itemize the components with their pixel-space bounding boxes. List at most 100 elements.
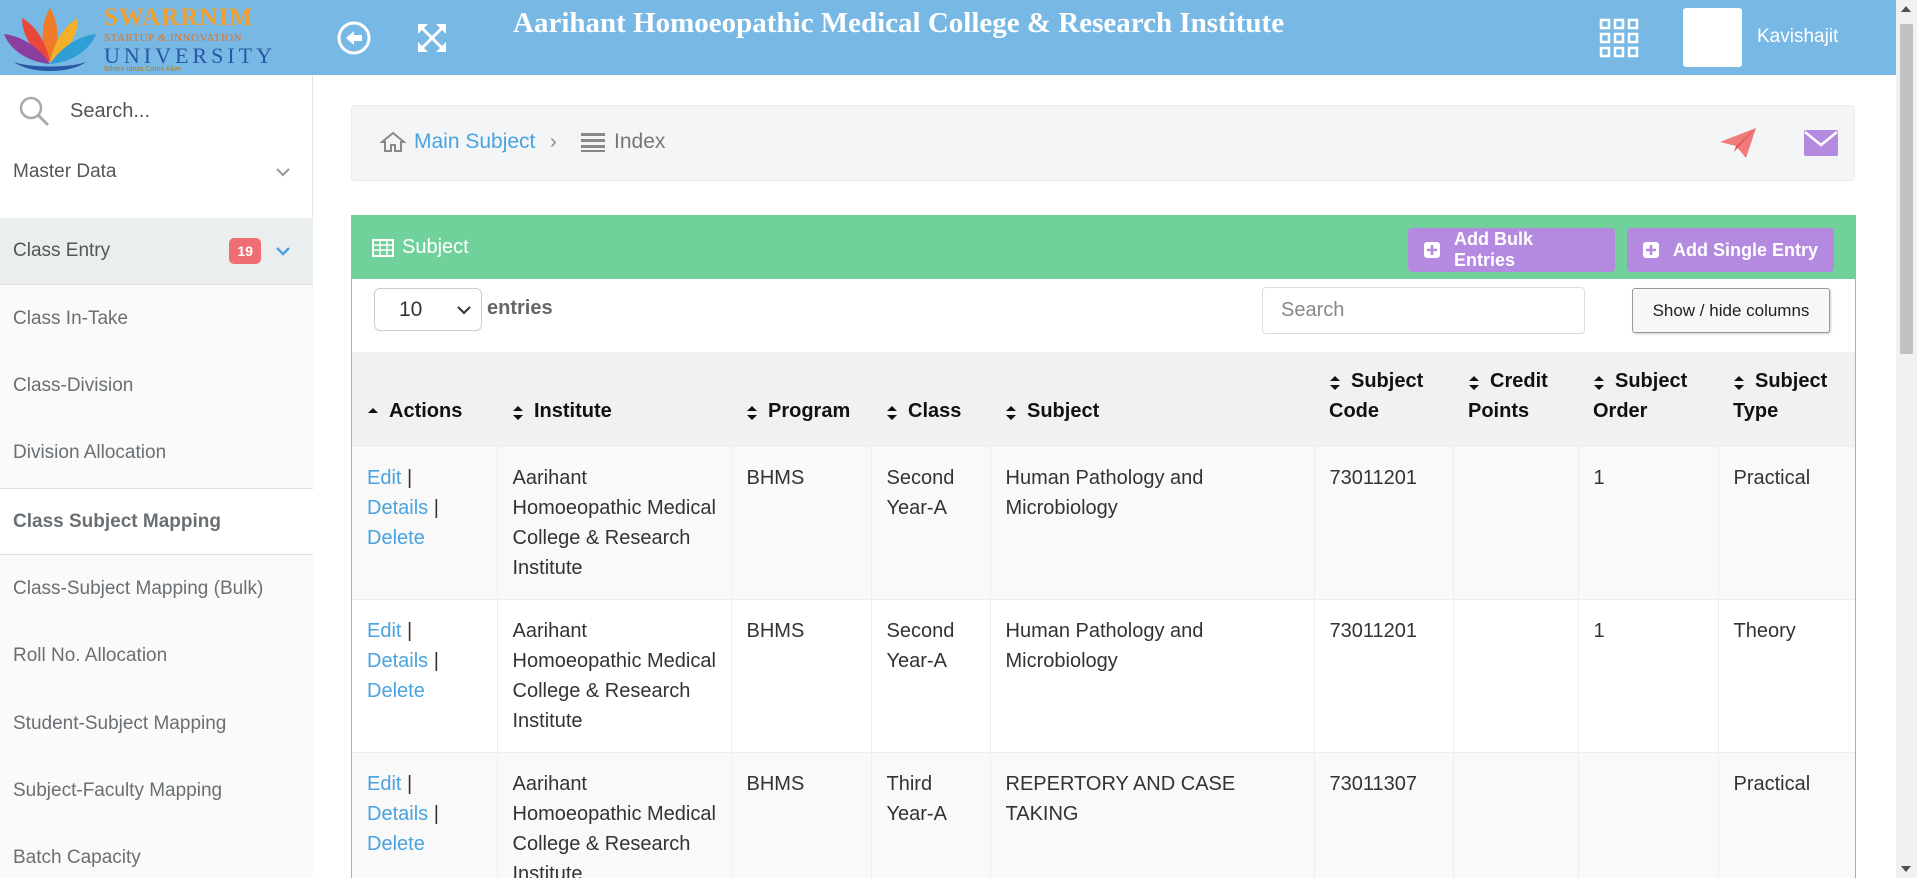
sidebar-item-class-entry[interactable]: Class Entry 19 [0,218,313,285]
page-scrollbar[interactable] [1896,0,1917,878]
edit-link[interactable]: Edit [367,620,401,642]
delete-link[interactable]: Delete [367,527,425,549]
entries-per-page-value: 10 [399,297,423,321]
actions-cell: Edit | Details | Delete [352,598,498,752]
program-cell: BHMS [731,445,872,599]
column-header-subject-type[interactable]: Subject Type [1718,352,1855,446]
scroll-up-icon[interactable] [1901,6,1911,12]
details-link[interactable]: Details [367,497,428,519]
column-header-actions[interactable]: Actions [352,352,497,446]
column-header-subject-order[interactable]: Subject Order [1578,352,1718,446]
credit-points-cell [1453,598,1579,752]
program-cell: BHMS [731,598,872,752]
subject-order-cell: 1 [1578,598,1719,752]
sidebar-item-division-allocation[interactable]: Division Allocation [0,419,313,486]
list-icon [581,133,605,152]
table-row: Edit | Details | Delete Aarihant Homoeop… [352,445,1855,599]
table-icon [372,238,394,257]
expand-icon [418,24,446,52]
sort-icon [887,405,897,420]
sort-icon [747,405,757,420]
sidebar-item-label: Master Data [13,161,117,182]
fullscreen-button[interactable] [410,16,454,60]
lotus-logo-icon [4,8,96,71]
scrollbar-thumb[interactable] [1900,24,1913,354]
column-header-credit-points[interactable]: Credit Points [1453,352,1578,446]
table-row: Edit | Details | Delete Aarihant Homoeop… [352,751,1855,878]
subject-type-cell: Theory [1718,598,1855,752]
chevron-down-icon [276,247,290,256]
actions-cell: Edit | Details | Delete [352,751,498,878]
user-avatar[interactable] [1683,8,1742,67]
sidebar-item-class-subject-mapping-bulk[interactable]: Class-Subject Mapping (Bulk) [0,555,313,622]
user-name[interactable]: Kavishajit [1757,26,1838,48]
add-single-entry-label: Add Single Entry [1673,239,1819,260]
apps-menu-button[interactable] [1597,16,1641,60]
sidebar-item-class-in-take[interactable]: Class In-Take [0,285,313,352]
back-button[interactable] [332,16,376,60]
delete-link[interactable]: Delete [367,680,425,702]
sidebar-item-subject-faculty-mapping[interactable]: Subject-Faculty Mapping [0,757,313,824]
search-icon [19,96,50,127]
column-header-subject-code[interactable]: Subject Code [1314,352,1453,446]
add-single-entry-button[interactable]: Add Single Entry [1627,228,1834,272]
plus-square-icon [1424,242,1440,258]
table-search-input[interactable] [1262,287,1585,334]
sidebar-item-roll-no-allocation[interactable]: Roll No. Allocation [0,622,313,689]
add-bulk-entries-label: Add Bulk Entries [1454,229,1533,270]
sidebar-item-student-subject-mapping[interactable]: Student-Subject Mapping [0,690,313,757]
subject-cell: REPERTORY AND CASE TAKING [990,751,1315,878]
sidebar-item-class-subject-mapping[interactable]: Class Subject Mapping [0,488,313,555]
breadcrumb-home-label: Main Subject [414,130,536,153]
sort-icon [1006,405,1016,420]
institute-cell: Aarihant Homoeopathic Medical College & … [497,445,732,599]
column-header-institute[interactable]: Institute [497,352,731,446]
show-hide-columns-button[interactable]: Show / hide columns [1632,288,1830,333]
breadcrumb: Main Subject › Index [351,105,1855,181]
breadcrumb-home-link[interactable]: Main Subject [380,130,535,154]
send-button[interactable] [1718,126,1758,165]
column-header-class[interactable]: Class [871,352,990,446]
class-cell: Second Year-A [871,445,991,599]
sort-asc-icon [368,407,378,413]
credit-points-cell [1453,445,1579,599]
scroll-down-icon[interactable] [1901,866,1911,872]
edit-link[interactable]: Edit [367,467,401,489]
class-entry-submenu: Class In-Take Class-Division Division Al… [0,285,313,878]
breadcrumb-current-label: Index [614,130,666,153]
class-cell: Third Year-A [871,751,991,878]
subject-type-cell: Practical [1718,445,1855,599]
details-link[interactable]: Details [367,803,428,825]
subject-code-cell: 73011201 [1314,598,1454,752]
subject-order-cell: 1 [1578,445,1719,599]
sidebar-item-master-data[interactable]: Master Data [0,141,313,203]
institute-cell: Aarihant Homoeopathic Medical College & … [497,751,732,878]
subject-code-cell: 73011201 [1314,445,1454,599]
subject-cell: Human Pathology and Microbiology [990,445,1315,599]
add-bulk-entries-button[interactable]: Add Bulk Entries [1408,228,1615,272]
entries-per-page-select[interactable]: 10 [374,288,482,331]
breadcrumb-separator-icon: › [550,131,557,153]
column-header-program[interactable]: Program [731,352,871,446]
notification-badge: 19 [229,238,261,264]
sidebar-item-label: Class Entry [13,240,111,261]
delete-link[interactable]: Delete [367,833,425,855]
subject-type-cell: Practical [1718,751,1855,878]
subject-panel: Subject Add Bulk Entries Add Single Entr… [351,215,1856,878]
table-row: Edit | Details | Delete Aarihant Homoeop… [352,598,1855,752]
chevron-down-icon [457,306,471,315]
sort-icon [1594,375,1604,390]
sort-icon [1469,375,1479,390]
logo-text-main: SWARRNIM [104,4,254,31]
sidebar-item-batch-capacity[interactable]: Batch Capacity [0,824,313,878]
details-link[interactable]: Details [367,650,428,672]
university-logo[interactable]: SWARRNIM STARTUP & INNOVATION UNIVERSITY… [0,0,272,75]
mail-button[interactable] [1804,130,1838,161]
column-header-subject[interactable]: Subject [990,352,1314,446]
subject-cell: Human Pathology and Microbiology [990,598,1315,752]
sidebar: Master Data Class Entry 19 Class In-Take… [0,75,313,878]
edit-link[interactable]: Edit [367,773,401,795]
panel-title-text: Subject [402,236,469,258]
sidebar-item-class-division[interactable]: Class-Division [0,352,313,419]
sidebar-search-input[interactable] [70,99,290,123]
